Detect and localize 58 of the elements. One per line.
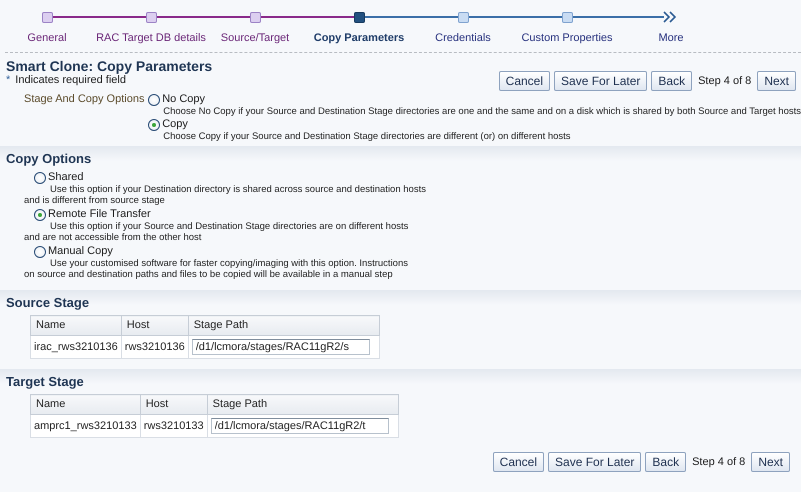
field-label: Stage And Copy Options — [24, 93, 146, 107]
required-field-note: Indicates required field — [15, 74, 126, 86]
step-indicator: Step 4 of 8 — [698, 75, 752, 87]
radio-label[interactable]: Remote File Transfer — [48, 208, 151, 221]
radio-label[interactable]: Manual Copy — [48, 245, 113, 258]
save-for-later-button[interactable]: Save For Later — [548, 452, 642, 472]
table-cell: irac_rws3210136 — [30, 336, 122, 358]
radio-button[interactable] — [34, 172, 46, 184]
back-button[interactable]: Back — [651, 71, 692, 91]
train-step-label[interactable]: Credentials — [435, 32, 491, 45]
section-heading: Source Stage — [0, 290, 801, 312]
table-cell: rws3210133 — [140, 414, 208, 438]
train-step-label[interactable]: More — [658, 32, 684, 45]
train-stop[interactable] — [42, 12, 52, 22]
table-cell: rws3210136 — [121, 336, 188, 358]
stage-path-field[interactable]: /d1/lcmora/stages/RAC11gR2/s — [192, 339, 370, 355]
column-header: Host — [140, 394, 208, 414]
section-heading: Target Stage — [0, 369, 801, 391]
option-description: Use this option if your Source and Destination Stage directories are on different hosts — [50, 221, 410, 232]
option-description: on source and destination paths and files to be copied will be available in a manual step — [24, 269, 394, 280]
option-description: and is different from source stage — [24, 195, 166, 206]
option-description: and are not accessible from the other host — [24, 232, 202, 243]
column-header: Stage Path — [207, 394, 398, 414]
page-title: Smart Clone: Copy Parameters — [6, 58, 212, 74]
radio-button[interactable] — [148, 94, 160, 106]
column-header: Host — [121, 316, 188, 336]
train-step-label[interactable]: RAC Target DB details — [96, 32, 206, 45]
train-step-label[interactable]: Custom Properties — [521, 32, 613, 45]
train-step-label[interactable]: Source/Target — [220, 32, 290, 45]
section-heading: Copy Options — [0, 146, 801, 168]
radio-button[interactable] — [34, 246, 46, 258]
cancel-button[interactable]: Cancel — [492, 452, 544, 472]
option-description: Choose Copy if your Source and Destination Stage directories are different (or) on different hosts — [163, 131, 572, 142]
double-chevron-icon[interactable] — [662, 11, 678, 23]
column-header: Name — [30, 316, 122, 336]
save-for-later-button[interactable]: Save For Later — [554, 71, 648, 91]
stage-path-field[interactable]: /d1/lcmora/stages/RAC11gR2/t — [210, 418, 389, 434]
step-indicator: Step 4 of 8 — [692, 456, 746, 468]
option-description: Use this option if your Destination directory is shared across source and destination hosts — [50, 184, 427, 195]
train-step-label[interactable]: General — [27, 32, 67, 45]
train-stop[interactable] — [146, 12, 156, 22]
next-button[interactable]: Next — [757, 71, 796, 91]
column-header: Name — [30, 394, 140, 414]
back-button[interactable]: Back — [645, 452, 686, 472]
radio-label[interactable]: No Copy — [162, 93, 206, 106]
option-description: Use your customised software for faster copying/imaging with this option. Instructions — [50, 258, 409, 269]
radio-button[interactable] — [148, 118, 160, 130]
radio-label[interactable]: Shared — [48, 171, 84, 184]
train-stop[interactable] — [250, 12, 260, 22]
radio-label[interactable]: Copy — [162, 118, 188, 131]
option-description: Choose No Copy if your Source and Destination Stage directories are one and the same and on a disk which is shared by both Source and Target hosts — [163, 106, 801, 117]
next-button[interactable]: Next — [751, 452, 790, 472]
train-step-label: Copy Parameters — [314, 32, 404, 45]
radio-button[interactable] — [34, 208, 46, 220]
required-asterisk: * — [6, 74, 10, 86]
table-cell: amprc1_rws3210133 — [30, 414, 140, 438]
column-header: Stage Path — [188, 316, 380, 336]
cancel-button[interactable]: Cancel — [498, 71, 550, 91]
